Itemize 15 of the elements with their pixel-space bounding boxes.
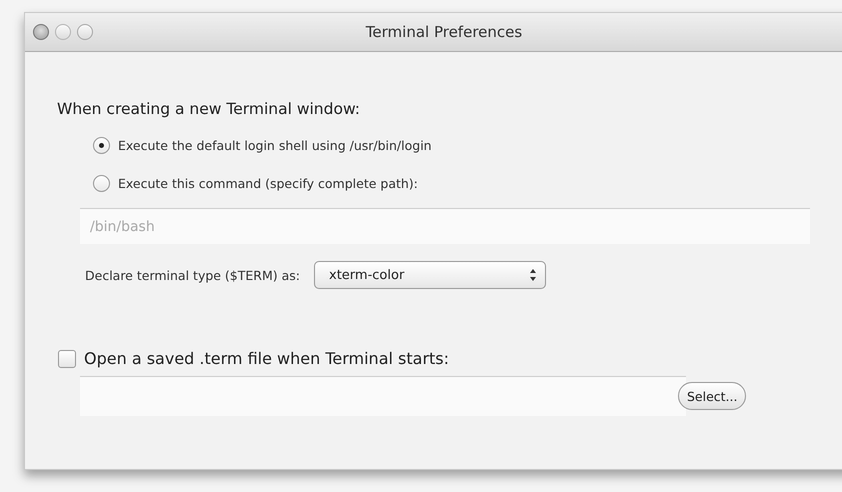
file-path-field[interactable]: [80, 376, 686, 416]
window-title: Terminal Preferences: [366, 23, 524, 41]
radio-button[interactable]: [93, 136, 110, 154]
checkbox-label: Open a saved .term file when Terminal starts:: [84, 349, 450, 368]
radio-button[interactable]: [93, 174, 110, 192]
stepper-arrows-icon: [529, 268, 538, 282]
radio-label: Execute the default login shell using /usr/bin/login: [118, 138, 432, 152]
zoom-button[interactable]: [77, 24, 93, 40]
terminal-type-popup[interactable]: xterm-color: [314, 261, 546, 289]
checkbox[interactable]: [58, 350, 76, 368]
minimize-button[interactable]: [55, 24, 71, 40]
terminal-type-label: Declare terminal type ($TERM) as:: [85, 268, 300, 282]
section-heading: When creating a new Terminal window:: [57, 100, 361, 118]
radio-label: Execute this command (specify complete path):: [118, 176, 418, 190]
close-button[interactable]: [33, 24, 49, 40]
